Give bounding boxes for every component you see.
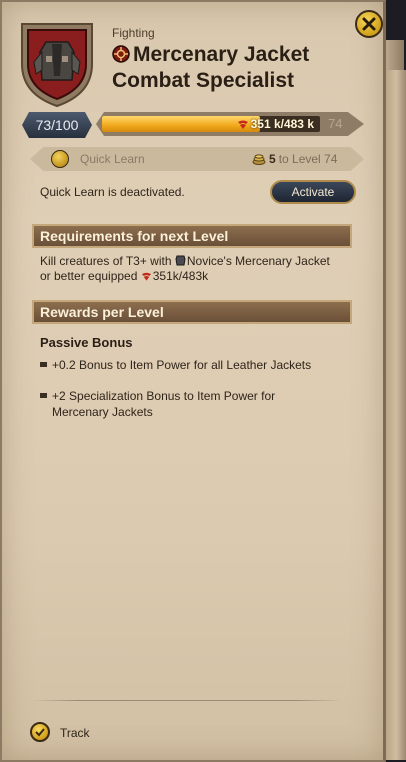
- close-button[interactable]: [355, 10, 383, 38]
- check-coin-icon: [35, 728, 45, 737]
- fame-progress-bar: 351 k/483 k: [96, 112, 364, 136]
- fame-progress-text: 351 k/483 k: [237, 116, 314, 132]
- quick-learn-cost: 5 to Level 74: [252, 152, 337, 166]
- rewards-header: Rewards per Level: [32, 300, 352, 324]
- gold-coin-icon[interactable]: [51, 150, 69, 168]
- track-label[interactable]: Track: [60, 726, 90, 740]
- reward-bullet: +0.2 Bonus to Item Power for all Leather…: [40, 357, 330, 373]
- requirements-header: Requirements for next Level: [32, 224, 352, 248]
- passive-bonus-title: Passive Bonus: [40, 335, 133, 350]
- quick-learn-status: Quick Learn is deactivated.: [40, 185, 185, 199]
- level-badge: 73/100: [22, 112, 92, 138]
- title-line-1: Mercenary Jacket: [133, 43, 310, 66]
- close-icon: [362, 17, 376, 31]
- requirements-text: Kill creatures of T3+ with Novice's Merc…: [40, 254, 330, 283]
- title-line-2: Combat Specialist: [112, 69, 295, 92]
- crosshair-icon: [112, 44, 130, 63]
- silver-stack-icon: [252, 154, 266, 165]
- quick-learn-cost-number: 5: [269, 152, 276, 166]
- mercenary-jacket-shield-icon: [16, 18, 98, 108]
- quick-learn-label: Quick Learn: [80, 152, 145, 166]
- fame-icon: [237, 120, 248, 129]
- spec-category: Fighting: [112, 26, 155, 40]
- activate-button[interactable]: Activate: [270, 180, 356, 204]
- reward-bullet: +2 Specialization Bonus to Item Power fo…: [40, 388, 330, 420]
- quick-learn-cost-suffix: to Level 74: [278, 152, 338, 166]
- next-level-number: 74: [328, 116, 343, 131]
- spec-panel: Fighting Mercenary Jacket Combat Special…: [0, 0, 386, 762]
- fame-icon: [141, 270, 152, 281]
- track-checkbox[interactable]: [30, 722, 50, 742]
- footer-divider: [32, 700, 342, 701]
- page-title: Mercenary Jacket Combat Specialist: [112, 42, 362, 94]
- jacket-icon: [175, 255, 186, 266]
